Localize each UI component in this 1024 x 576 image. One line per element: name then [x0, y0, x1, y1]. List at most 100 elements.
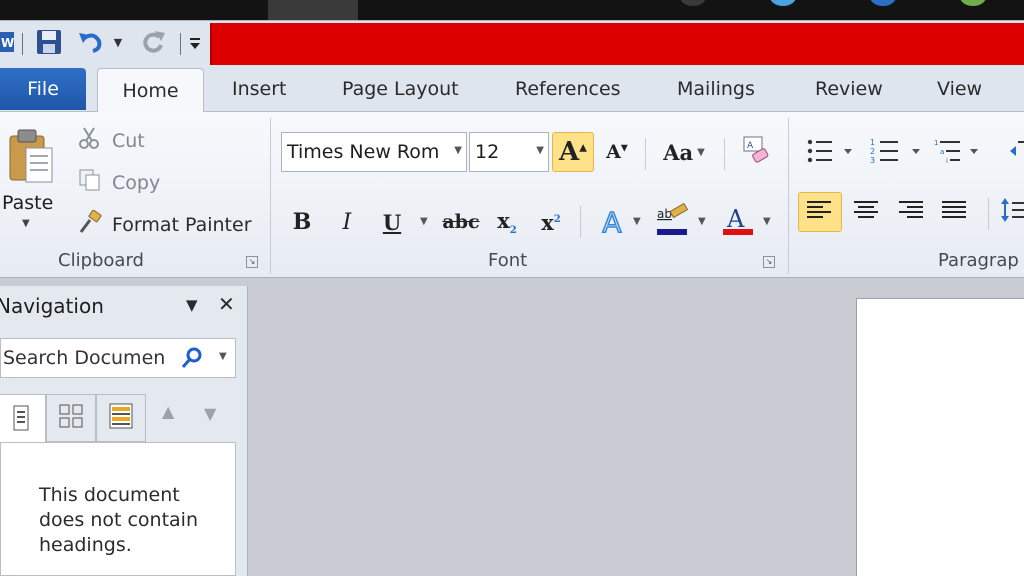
previous-result-icon[interactable]: ▲ — [162, 402, 174, 421]
tab-view[interactable]: View — [937, 78, 982, 100]
align-center-icon — [853, 200, 879, 224]
font-color-button[interactable]: A — [720, 202, 756, 242]
line-spacing-icon — [1000, 195, 1024, 229]
tray-icon[interactable] — [960, 0, 986, 6]
tab-browse-results[interactable] — [96, 394, 146, 442]
search-input[interactable]: Search Documen ▼ — [0, 338, 236, 378]
toolbar-divider — [645, 138, 646, 170]
align-left-button[interactable] — [798, 192, 842, 232]
svg-text:1: 1 — [870, 138, 875, 147]
font-color-dropdown-icon[interactable]: ▼ — [763, 216, 771, 227]
copy-icon — [78, 168, 102, 197]
navigation-tabs: ▲ ▼ — [0, 394, 248, 444]
tab-page-layout[interactable]: Page Layout — [342, 78, 459, 100]
tab-browse-pages[interactable] — [46, 394, 96, 442]
navigation-results: This document does not contain headings. — [0, 442, 236, 576]
paste-icon[interactable] — [6, 122, 56, 192]
shrink-font-icon: A▼ — [606, 141, 628, 163]
font-launcher-icon[interactable]: ↘ — [763, 256, 775, 268]
grow-font-button[interactable]: A▲ — [552, 132, 594, 172]
title-bar — [210, 23, 1024, 65]
underline-button[interactable]: U — [378, 202, 406, 242]
change-case-dropdown-icon: ▼ — [697, 146, 705, 158]
font-group-label: Font — [488, 250, 528, 271]
font-name-value: Times New Rom — [287, 141, 440, 163]
superscript-button[interactable]: x2 — [536, 202, 566, 242]
tab-insert[interactable]: Insert — [232, 78, 287, 100]
taskbar — [0, 0, 1024, 20]
font-name-dropdown-icon[interactable]: ▼ — [454, 145, 462, 156]
line-spacing-button[interactable] — [1000, 194, 1024, 230]
subscript-icon: x2 — [497, 207, 517, 237]
decrease-indent-icon — [1004, 136, 1024, 170]
numbering-icon: 123 — [870, 136, 922, 170]
numbering-button[interactable]: 123 — [870, 136, 922, 170]
redo-icon[interactable] — [138, 29, 168, 55]
undo-icon[interactable] — [76, 29, 106, 55]
paintbrush-icon — [78, 209, 102, 239]
font-name-combo[interactable]: Times New Rom ▼ — [281, 132, 467, 172]
scissors-icon — [78, 126, 102, 155]
strikethrough-button[interactable]: abc — [442, 202, 480, 242]
tray-icon[interactable] — [680, 0, 706, 6]
customize-toolbar-icon[interactable] — [188, 29, 202, 55]
pane-options-icon[interactable]: ▼ — [186, 296, 198, 314]
toolbar-divider — [22, 33, 23, 55]
svg-text:i: i — [946, 157, 948, 165]
align-center-button[interactable] — [846, 192, 886, 232]
paste-dropdown-icon[interactable]: ▼ — [22, 218, 30, 229]
pages-grid-icon — [59, 404, 83, 432]
clear-formatting-icon: A — [741, 135, 771, 169]
quick-access-toolbar: W ▼ — [0, 20, 1024, 66]
italic-button[interactable]: I — [333, 202, 361, 242]
next-result-icon[interactable]: ▼ — [204, 404, 216, 423]
clipboard-launcher-icon[interactable]: ↘ — [246, 256, 258, 268]
tab-references[interactable]: References — [515, 78, 621, 100]
search-dropdown-icon[interactable]: ▼ — [219, 351, 227, 362]
subscript-button[interactable]: x2 — [492, 202, 522, 242]
clear-formatting-button[interactable]: A — [736, 132, 776, 172]
search-icon[interactable] — [181, 347, 203, 374]
superscript-icon: x2 — [541, 209, 561, 235]
svg-text:3: 3 — [870, 156, 875, 165]
results-icon — [109, 403, 133, 433]
save-icon[interactable] — [34, 29, 64, 55]
word-icon[interactable]: W — [0, 29, 14, 55]
text-effects-button[interactable]: A — [594, 202, 630, 242]
tab-home[interactable]: Home — [97, 68, 204, 113]
tray-icon[interactable] — [770, 0, 796, 6]
highlight-color-button[interactable]: ab — [654, 202, 690, 242]
taskbar-button[interactable] — [268, 0, 358, 20]
multilevel-list-button[interactable]: 1ai — [934, 136, 982, 170]
shrink-font-button[interactable]: A▼ — [600, 132, 634, 172]
font-size-combo[interactable]: 12 ▼ — [469, 132, 549, 172]
tab-review[interactable]: Review — [815, 78, 883, 100]
bullets-button[interactable] — [806, 136, 854, 170]
document-page[interactable] — [856, 298, 1024, 576]
toolbar-divider — [988, 198, 989, 230]
cut-button[interactable]: Cut — [78, 126, 145, 155]
clipboard-group-label: Clipboard — [58, 250, 144, 271]
tab-mailings[interactable]: Mailings — [677, 78, 755, 100]
decrease-indent-button[interactable] — [1004, 136, 1024, 170]
justify-button[interactable] — [934, 192, 974, 232]
change-case-label: Aa — [663, 139, 694, 165]
copy-button[interactable]: Copy — [78, 168, 160, 197]
underline-dropdown-icon[interactable]: ▼ — [420, 216, 428, 227]
change-case-button[interactable]: Aa ▼ — [656, 132, 712, 172]
toolbar-divider — [580, 206, 581, 238]
svg-text:1: 1 — [934, 139, 938, 147]
tab-file[interactable]: File — [0, 68, 86, 110]
text-effects-dropdown-icon[interactable]: ▼ — [633, 216, 641, 227]
align-right-button[interactable] — [890, 192, 930, 232]
tab-browse-headings[interactable] — [0, 394, 46, 444]
highlight-dropdown-icon[interactable]: ▼ — [698, 216, 706, 227]
tray-icon[interactable] — [870, 0, 896, 6]
undo-dropdown-icon[interactable]: ▼ — [112, 29, 124, 55]
paste-button[interactable]: Paste — [2, 192, 53, 214]
close-icon[interactable]: ✕ — [218, 292, 235, 316]
format-painter-button[interactable]: Format Painter — [78, 209, 252, 239]
font-size-dropdown-icon[interactable]: ▼ — [536, 145, 544, 156]
bold-button[interactable]: B — [288, 202, 316, 242]
navigation-pane: Navigation ▼ ✕ Search Documen ▼ ▲ ▼ This… — [0, 286, 248, 576]
